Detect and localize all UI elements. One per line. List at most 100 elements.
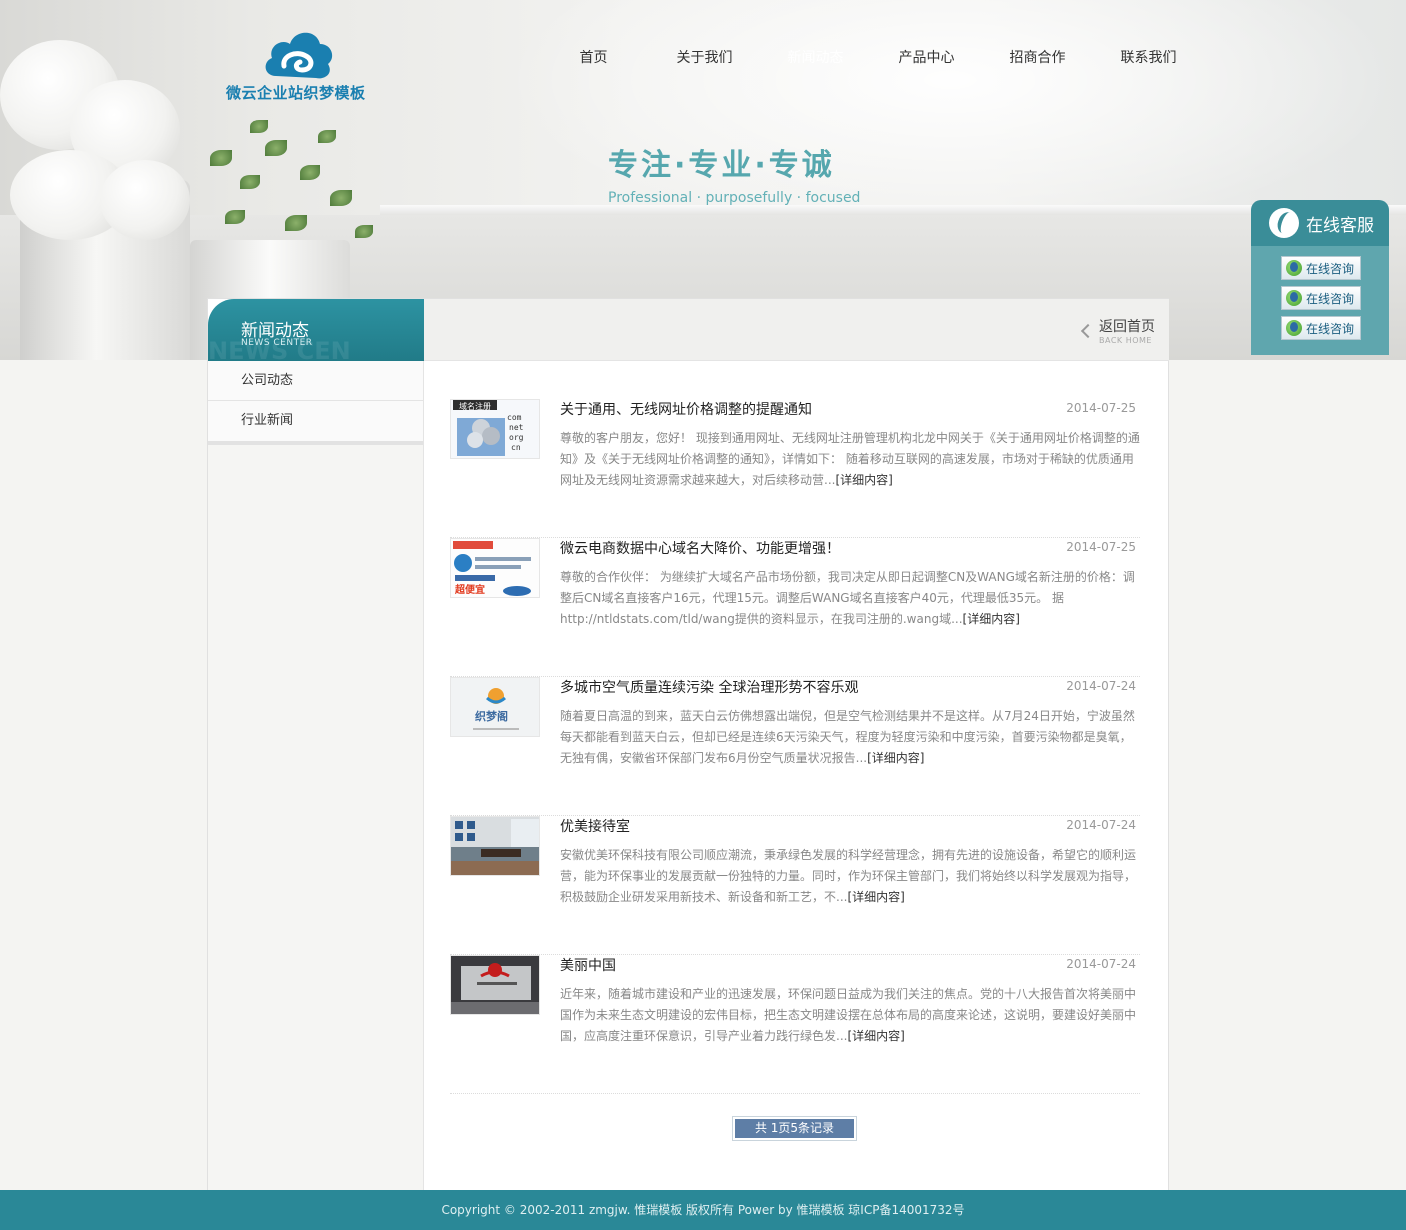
- news-summary-text: 随着夏日高温的到来，蓝天白云仿佛想露出端倪，但是空气检测结果并不是这样。从7月2…: [560, 709, 1135, 765]
- banner-flower-image: [100, 160, 190, 240]
- news-list: com net org cn 域名注册 关于通用、无线网址价格调整的提醒通知 2…: [450, 399, 1140, 1094]
- news-date: 2014-07-25: [1066, 540, 1136, 554]
- news-thumbnail-image: [451, 956, 539, 1014]
- news-summary: 尊敬的合作伙伴： 为继续扩大域名产品市场份额，我司决定从即日起调整CN及WANG…: [560, 567, 1140, 630]
- banner-leaf-image: [285, 215, 307, 231]
- news-thumbnail[interactable]: com net org cn 域名注册: [450, 399, 540, 459]
- read-more-link[interactable]: [详细内容]: [847, 890, 904, 904]
- news-title[interactable]: 美丽中国: [560, 955, 616, 975]
- consult-label: 在线咨询: [1306, 321, 1355, 336]
- consult-button[interactable]: 在线咨询: [1281, 316, 1361, 340]
- site-name: 微云企业站织梦模板: [226, 84, 366, 102]
- sidebar-item-company-news[interactable]: 公司动态: [208, 361, 423, 401]
- back-home-label: 返回首页: [1099, 319, 1155, 335]
- sidebar-subtitle: NEWS CENTER: [241, 338, 313, 348]
- nav-news[interactable]: 新闻动态: [760, 40, 871, 76]
- nav-label: 产品中心: [898, 50, 955, 66]
- thumbnail-caption: 超便宜: [454, 583, 485, 596]
- read-more-link[interactable]: [详细内容]: [867, 751, 924, 765]
- news-summary: 近年来，随着城市建设和产业的迅速发展，环保问题日益成为我们关注的焦点。党的十八大…: [560, 984, 1140, 1047]
- main-nav: 首页 关于我们 新闻动态 产品中心 招商合作 联系我们: [538, 40, 1204, 76]
- news-summary: 安徽优美环保科技有限公司顺应潮流，秉承绿色发展的科学经营理念，拥有先进的设施设备…: [560, 845, 1140, 908]
- news-thumbnail-image: 超便宜: [451, 539, 539, 597]
- news-thumbnail[interactable]: 超便宜: [450, 538, 540, 598]
- sidebar: 公司动态 行业新闻: [208, 361, 424, 1191]
- consult-button[interactable]: 在线咨询: [1281, 256, 1361, 280]
- read-more-link[interactable]: [详细内容]: [835, 473, 892, 487]
- news-thumbnail[interactable]: [450, 816, 540, 876]
- banner-leaf-image: [240, 175, 260, 189]
- banner-leaf-image: [318, 130, 336, 143]
- banner-leaf-image: [210, 150, 232, 166]
- banner-leaf-image: [250, 120, 268, 133]
- qq-icon: [1286, 290, 1302, 306]
- consult-label: 在线咨询: [1306, 261, 1355, 276]
- news-item: 织梦阁 多城市空气质量连续污染 全球治理形势不容乐观 2014-07-24 随着…: [450, 677, 1140, 816]
- footer-copyright: Copyright © 2002-2011 zmgjw. 惟瑞模板 版权所有 P…: [0, 1190, 1406, 1230]
- site-logo[interactable]: 微云企业站织梦模板: [226, 26, 386, 106]
- banner-slogan: 专注·专业·专诚 Professional · purposefully · f…: [608, 140, 868, 206]
- svg-text:cn: cn: [511, 443, 521, 452]
- slogan-english: Professional · purposefully · focused: [608, 190, 861, 206]
- news-date: 2014-07-24: [1066, 957, 1136, 971]
- banner-leaf-image: [265, 140, 287, 156]
- sidebar-header: NEWS CEN 新闻动态 NEWS CENTER: [208, 299, 424, 361]
- banner-leaf-image: [300, 165, 320, 180]
- back-home-sublabel: BACK HOME: [1099, 336, 1152, 345]
- news-item: 优美接待室 2014-07-24 安徽优美环保科技有限公司顺应潮流，秉承绿色发展…: [450, 816, 1140, 955]
- news-item: 超便宜 微云电商数据中心域名大降价、功能更增强！ 2014-07-25 尊敬的合…: [450, 538, 1140, 677]
- service-header: 在线客服: [1251, 200, 1389, 246]
- nav-about[interactable]: 关于我们: [649, 40, 760, 76]
- nav-label: 新闻动态: [787, 50, 844, 66]
- nav-label: 联系我们: [1120, 50, 1177, 66]
- banner-leaf-image: [355, 225, 373, 238]
- sidebar-item-industry-news[interactable]: 行业新闻: [208, 401, 423, 441]
- sidebar-menu: 公司动态 行业新闻: [208, 361, 423, 445]
- news-thumbnail-image: 织梦阁: [451, 678, 539, 736]
- news-title[interactable]: 多城市空气质量连续污染 全球治理形势不容乐观: [560, 677, 858, 697]
- banner-leaf-image: [330, 190, 352, 206]
- pagination-info: 共 1页5条记录: [735, 1119, 854, 1138]
- nav-label: 首页: [579, 50, 608, 66]
- svg-text:net: net: [509, 423, 524, 432]
- news-item: 美丽中国 2014-07-24 近年来，随着城市建设和产业的迅速发展，环保问题日…: [450, 955, 1140, 1094]
- consult-button[interactable]: 在线咨询: [1281, 286, 1361, 310]
- news-date: 2014-07-24: [1066, 679, 1136, 693]
- qq-icon: [1286, 260, 1302, 276]
- news-title[interactable]: 微云电商数据中心域名大降价、功能更增强！: [560, 538, 840, 558]
- service-title: 在线客服: [1306, 215, 1374, 236]
- slogan-chinese: 专注·专业·专诚: [608, 148, 835, 183]
- read-more-link[interactable]: [详细内容]: [963, 612, 1020, 626]
- news-item: com net org cn 域名注册 关于通用、无线网址价格调整的提醒通知 2…: [450, 399, 1140, 538]
- news-date: 2014-07-24: [1066, 818, 1136, 832]
- news-title[interactable]: 优美接待室: [560, 816, 630, 836]
- qq-icon: [1286, 320, 1302, 336]
- pagination: 共 1页5条记录: [732, 1116, 857, 1141]
- news-date: 2014-07-25: [1066, 401, 1136, 415]
- news-thumbnail[interactable]: 织梦阁: [450, 677, 540, 737]
- cloud-logo-icon: [265, 32, 333, 79]
- news-thumbnail-image: [451, 817, 539, 875]
- news-summary-text: 尊敬的合作伙伴： 为继续扩大域名产品市场份额，我司决定从即日起调整CN及WANG…: [560, 570, 1135, 626]
- service-logo-icon: [1269, 208, 1299, 238]
- nav-label: 招商合作: [1009, 50, 1066, 66]
- news-summary: 尊敬的客户朋友，您好！ 现接到通用网址、无线网址注册管理机构北龙中网关于《关于通…: [560, 428, 1140, 491]
- read-more-link[interactable]: [详细内容]: [847, 1029, 904, 1043]
- news-thumbnail-image: com net org cn 域名注册: [451, 400, 539, 458]
- news-thumbnail[interactable]: [450, 955, 540, 1015]
- thumbnail-caption: 域名注册: [459, 401, 491, 411]
- main-container: NEWS CEN 新闻动态 NEWS CENTER 公司动态 行业新闻 返回首页…: [207, 298, 1169, 1191]
- service-body: 在线咨询 在线咨询 在线咨询: [1251, 246, 1389, 355]
- news-summary: 随着夏日高温的到来，蓝天白云仿佛想露出端倪，但是空气检测结果并不是这样。从7月2…: [560, 706, 1140, 769]
- news-title[interactable]: 关于通用、无线网址价格调整的提醒通知: [560, 399, 812, 419]
- nav-cooperation[interactable]: 招商合作: [982, 40, 1093, 76]
- back-home-link[interactable]: 返回首页 BACK HOME: [1080, 316, 1155, 345]
- nav-home[interactable]: 首页: [538, 40, 649, 76]
- thumbnail-caption: 织梦阁: [475, 709, 508, 723]
- nav-label: 关于我们: [676, 50, 733, 66]
- online-service-panel: 在线客服 在线咨询 在线咨询 在线咨询: [1251, 200, 1389, 355]
- chevron-left-icon: [1080, 323, 1096, 339]
- nav-products[interactable]: 产品中心: [871, 40, 982, 76]
- content-header-bar: 返回首页 BACK HOME: [424, 299, 1169, 361]
- nav-contact[interactable]: 联系我们: [1093, 40, 1204, 76]
